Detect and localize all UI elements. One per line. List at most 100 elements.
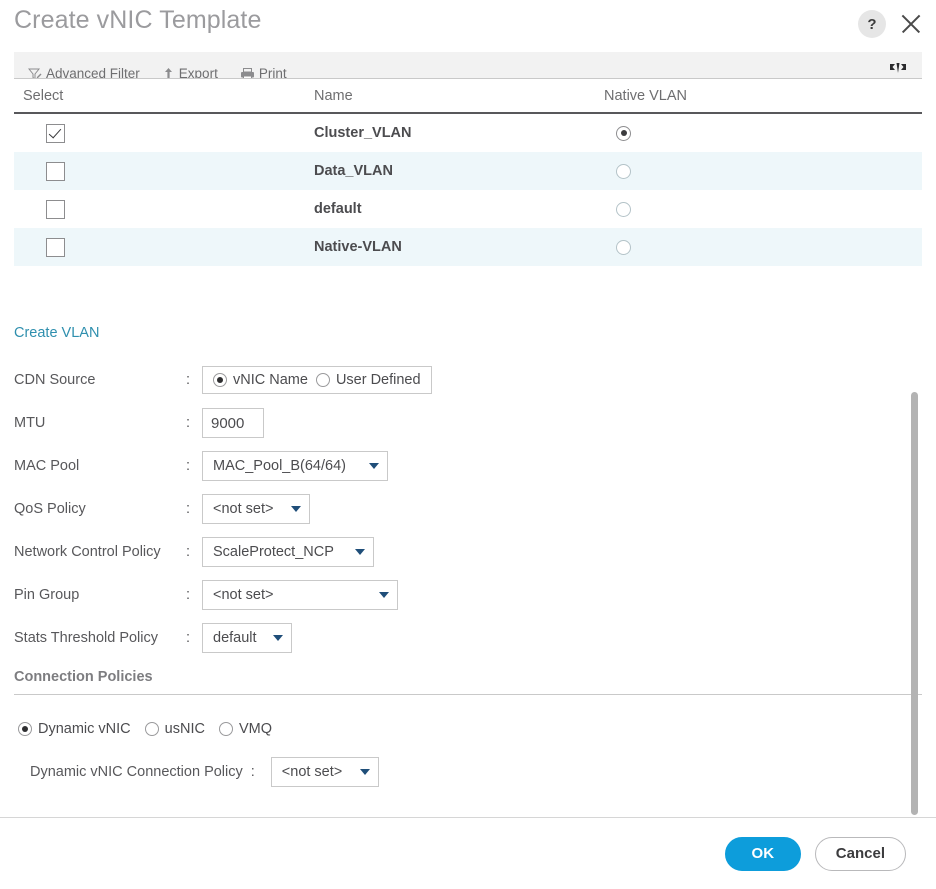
connection-policy-option-usnic[interactable]: usNIC: [144, 721, 205, 737]
chevron-down-icon: [379, 592, 389, 598]
table-row[interactable]: default: [14, 190, 922, 228]
pin-group-select[interactable]: <not set>: [202, 580, 398, 610]
column-header-select: Select: [23, 87, 64, 104]
row-checkbox[interactable]: [46, 199, 65, 219]
column-header-native-vlan: Native VLAN: [604, 87, 688, 104]
chevron-down-icon: [369, 463, 379, 469]
stats-threshold-policy-select[interactable]: default: [202, 623, 292, 653]
expand-collapse-icon[interactable]: [888, 61, 908, 78]
native-vlan-cell: [604, 201, 922, 217]
chevron-down-icon: [273, 635, 283, 641]
cdn-source-option-label: User Defined: [335, 372, 421, 388]
mtu-input[interactable]: 9000: [202, 408, 264, 438]
field-pin-group: Pin Group : <not set>: [14, 578, 922, 612]
pin-group-colon: :: [186, 587, 191, 603]
export-label: Export: [178, 66, 218, 79]
connection-policy-option-vmq[interactable]: VMQ: [218, 721, 272, 737]
radio-icon[interactable]: [315, 373, 330, 387]
qos-policy-select[interactable]: <not set>: [202, 494, 310, 524]
dynamic-vnic-connection-policy-value: <not set>: [281, 764, 343, 780]
chevron-down-icon: [355, 549, 365, 555]
select-cell: [14, 161, 314, 181]
qos-policy-colon: :: [186, 501, 191, 517]
column-header-name: Name: [314, 87, 353, 104]
radio-icon[interactable]: [213, 373, 227, 387]
qos-policy-value: <not set>: [213, 501, 274, 517]
vertical-scrollbar[interactable]: [911, 392, 918, 815]
print-label: Print: [258, 66, 287, 79]
row-checkbox[interactable]: [46, 123, 65, 143]
form-area: Create VLAN CDN Source : vNIC Name User …: [0, 324, 936, 655]
field-qos-policy: QoS Policy : <not set>: [14, 492, 922, 526]
connection-policies-title: Connection Policies: [14, 669, 153, 685]
pin-group-value: <not set>: [213, 587, 274, 603]
connection-policy-option-label: usNIC: [164, 721, 205, 737]
native-vlan-radio[interactable]: [616, 239, 631, 255]
ok-button[interactable]: OK: [724, 836, 801, 871]
table-toolbar: Advanced Filter Export Print: [14, 52, 922, 79]
qos-policy-label: QoS Policy: [14, 501, 86, 517]
connection-policy-option-dynamic-vnic[interactable]: Dynamic vNIC: [18, 721, 131, 737]
table-row[interactable]: Cluster_VLAN: [14, 114, 922, 152]
advanced-filter-button[interactable]: Advanced Filter: [27, 66, 140, 79]
row-name: Data_VLAN: [314, 163, 393, 179]
field-mac-pool: MAC Pool : MAC_Pool_B(64/64): [14, 449, 922, 483]
printer-icon: [240, 67, 255, 78]
connection-policy-option-label: VMQ: [238, 721, 272, 737]
cdn-source-option-label: vNIC Name: [233, 372, 308, 388]
native-vlan-radio[interactable]: [616, 125, 631, 141]
dynamic-vnic-connection-policy-colon: :: [250, 764, 255, 780]
network-control-policy-select[interactable]: ScaleProtect_NCP: [202, 537, 374, 567]
cancel-button[interactable]: Cancel: [814, 836, 906, 871]
cdn-source-option-user-defined[interactable]: User Defined: [315, 372, 421, 388]
advanced-filter-label: Advanced Filter: [46, 66, 140, 79]
native-vlan-radio[interactable]: [616, 163, 631, 179]
export-button[interactable]: Export: [162, 66, 218, 79]
print-button[interactable]: Print: [240, 66, 287, 79]
dynamic-vnic-connection-policy-label: Dynamic vNIC Connection Policy: [30, 764, 243, 780]
stats-threshold-policy-value: default: [213, 630, 257, 646]
scrollbar-thumb[interactable]: [911, 392, 918, 815]
select-cell: [14, 123, 314, 143]
row-name: Cluster_VLAN: [314, 125, 412, 141]
help-icon[interactable]: ?: [858, 10, 886, 38]
stats-threshold-policy-colon: :: [186, 630, 191, 646]
radio-icon[interactable]: [144, 722, 159, 736]
section-divider: [14, 694, 922, 695]
radio-icon[interactable]: [18, 722, 32, 736]
chevron-down-icon: [359, 769, 370, 775]
row-checkbox[interactable]: [46, 161, 65, 181]
vlan-table: Select Name Native VLAN Cluster_VLAN Dat…: [14, 79, 922, 266]
chevron-down-icon: [291, 506, 301, 512]
field-cdn-source: CDN Source : vNIC Name User Defined: [14, 363, 922, 397]
native-vlan-radio[interactable]: [616, 201, 631, 217]
field-dynamic-vnic-connection-policy: Dynamic vNIC Connection Policy : <not se…: [30, 757, 936, 787]
field-network-control-policy: Network Control Policy : ScaleProtect_NC…: [14, 535, 922, 569]
table-row[interactable]: Data_VLAN: [14, 152, 922, 190]
dialog-header: Create vNIC Template ?: [0, 0, 936, 52]
close-icon[interactable]: [898, 11, 924, 37]
row-name: default: [314, 201, 362, 217]
mac-pool-value: MAC_Pool_B(64/64): [213, 458, 346, 474]
cdn-source-option-vnic-name[interactable]: vNIC Name: [213, 372, 308, 388]
network-control-policy-value: ScaleProtect_NCP: [213, 544, 334, 560]
create-vlan-link[interactable]: Create VLAN: [14, 325, 99, 341]
field-stats-threshold-policy: Stats Threshold Policy : default: [14, 621, 922, 655]
native-vlan-cell: [604, 163, 922, 179]
table-header-row: Select Name Native VLAN: [14, 79, 922, 114]
native-vlan-cell: [604, 239, 922, 255]
connection-policies-radio-group: Dynamic vNIC usNIC VMQ: [18, 721, 936, 737]
select-cell: [14, 199, 314, 219]
network-control-policy-colon: :: [186, 544, 191, 560]
table-row[interactable]: Native-VLAN: [14, 228, 922, 266]
mac-pool-select[interactable]: MAC_Pool_B(64/64): [202, 451, 388, 481]
row-checkbox[interactable]: [46, 237, 65, 257]
filter-icon: [27, 67, 42, 78]
export-icon: [162, 67, 175, 78]
radio-icon[interactable]: [218, 722, 233, 736]
dynamic-vnic-connection-policy-select[interactable]: <not set>: [270, 757, 379, 787]
page-title: Create vNIC Template: [14, 6, 262, 34]
cdn-source-label: CDN Source: [14, 372, 96, 388]
row-name: Native-VLAN: [314, 239, 402, 255]
cdn-source-colon: :: [186, 372, 191, 388]
